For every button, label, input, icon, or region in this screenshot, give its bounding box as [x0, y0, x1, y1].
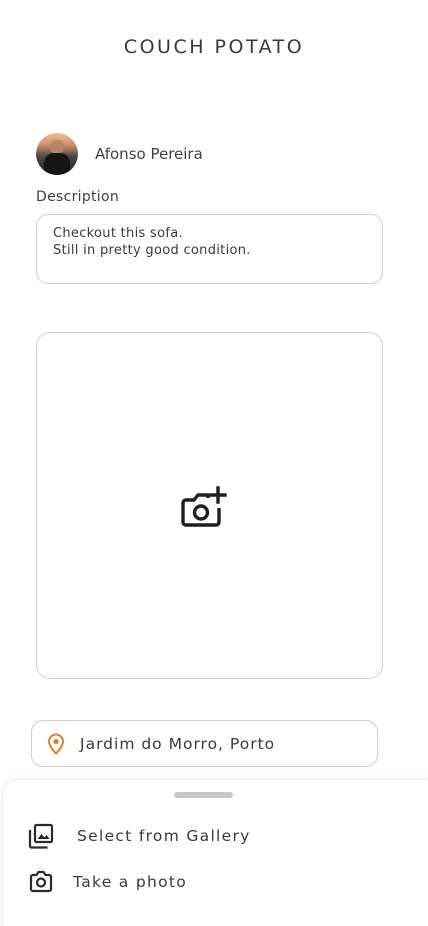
gallery-icon	[28, 823, 54, 849]
select-from-gallery-option[interactable]: Select from Gallery	[27, 822, 251, 850]
sheet-drag-handle[interactable]	[174, 792, 233, 798]
add-photo-icon	[181, 486, 227, 527]
photo-source-sheet: Select from Gallery Take a photo	[2, 779, 428, 926]
camera-icon	[29, 870, 53, 893]
description-label: Description	[36, 189, 120, 205]
author-row: Afonso Pereira	[36, 133, 203, 175]
location-value: Jardim do Morro, Porto	[80, 734, 276, 753]
take-photo-option[interactable]: Take a photo	[27, 868, 187, 896]
app-title: COUCH POTATO	[123, 36, 305, 58]
author-name: Afonso Pereira	[95, 145, 203, 163]
location-field[interactable]: Jardim do Morro, Porto	[31, 720, 378, 767]
photo-upload-area[interactable]	[36, 332, 383, 679]
camera-option-label: Take a photo	[73, 873, 188, 891]
avatar	[36, 133, 78, 175]
description-field[interactable]: Checkout this sofa. Still in pretty good…	[36, 214, 383, 284]
location-pin-icon	[47, 733, 65, 755]
gallery-option-label: Select from Gallery	[77, 827, 251, 845]
